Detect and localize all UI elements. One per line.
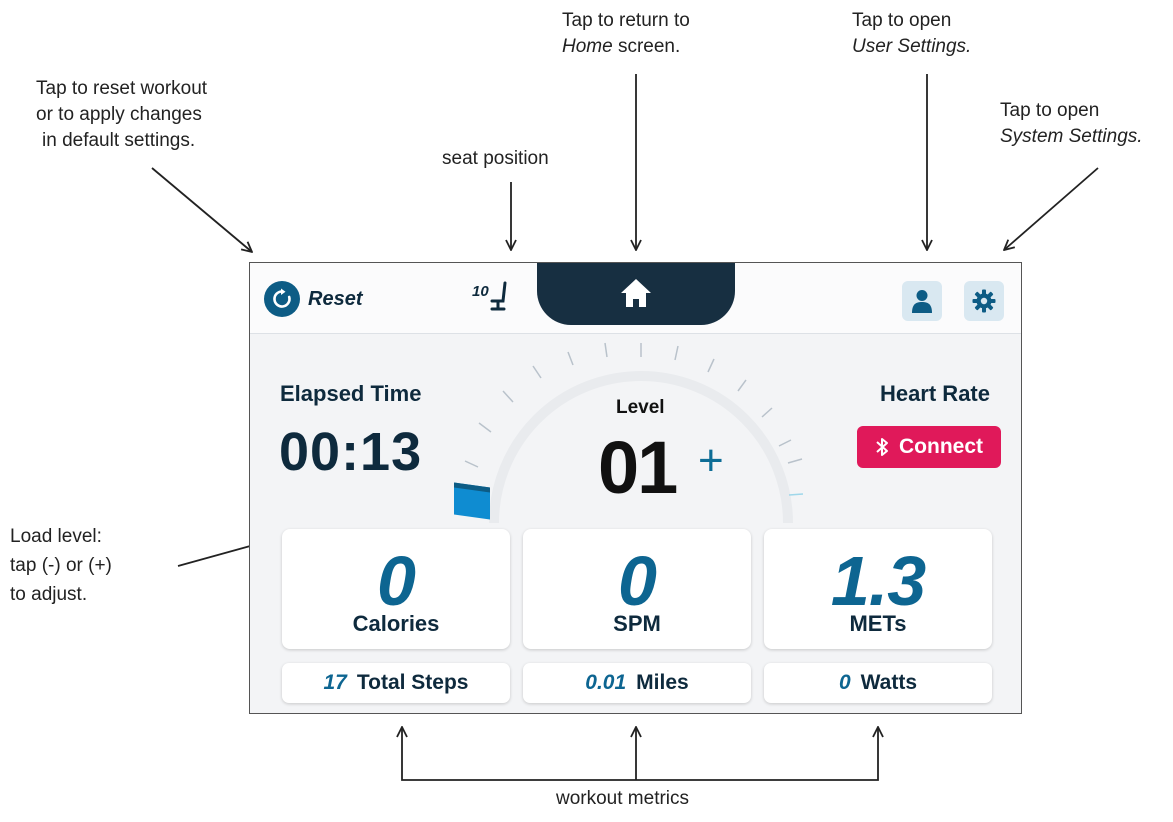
elapsed-time-label: Elapsed Time	[280, 381, 422, 406]
spm-card[interactable]: 0 SPM	[523, 529, 751, 649]
metrics-bracket	[401, 728, 879, 781]
home-icon	[621, 279, 651, 307]
mets-value: 1.3	[830, 542, 926, 620]
calories-value: 0	[377, 542, 416, 620]
watts-label: Watts	[860, 671, 918, 694]
connect-label: Connect	[899, 435, 983, 458]
watts-metric[interactable]: 0 Watts	[764, 663, 992, 703]
mets-card[interactable]: 1.3 METs	[764, 529, 992, 649]
spm-value: 0	[618, 542, 657, 620]
miles-metric[interactable]: 0.01 Miles	[523, 663, 751, 703]
level-value: 01	[598, 426, 678, 509]
miles-value: 0.01	[585, 671, 627, 694]
top-bar: Reset 10	[250, 263, 1021, 334]
console-screen: Reset 10 Elapsed Time 00:13 Level 01 + H…	[249, 262, 1022, 714]
reset-button[interactable]: Reset	[264, 281, 362, 317]
user-icon	[912, 290, 932, 313]
reset-label: Reset	[308, 287, 363, 310]
total-steps-metric[interactable]: 17 Total Steps	[282, 663, 510, 703]
spm-label: SPM	[613, 611, 661, 636]
bluetooth-icon	[876, 438, 888, 456]
home-button[interactable]	[537, 263, 735, 325]
seat-position-value: 10	[472, 283, 489, 300]
connect-button[interactable]: Connect	[857, 426, 1001, 468]
system-settings-arrow	[1004, 167, 1099, 250]
reset-arrow	[151, 167, 252, 252]
total-steps-value: 17	[323, 671, 347, 694]
total-steps-label: Total Steps	[356, 671, 469, 694]
user-settings-button[interactable]	[902, 281, 942, 321]
reset-icon	[264, 281, 300, 317]
watts-value: 0	[838, 671, 851, 694]
gear-icon	[972, 289, 996, 313]
miles-label: Miles	[636, 671, 689, 694]
level-increase-button[interactable]: +	[698, 439, 724, 483]
heart-rate-label: Heart Rate	[879, 381, 990, 406]
mets-label: METs	[849, 611, 907, 636]
level-label: Level	[616, 397, 665, 418]
load-level-indicator[interactable]	[454, 482, 490, 520]
elapsed-time-value: 00:13	[279, 422, 423, 482]
seat-position-indicator: 10	[472, 281, 511, 311]
system-settings-button[interactable]	[964, 281, 1004, 321]
calories-card[interactable]: 0 Calories	[282, 529, 510, 649]
seat-icon	[490, 281, 507, 311]
calories-label: Calories	[352, 611, 440, 636]
